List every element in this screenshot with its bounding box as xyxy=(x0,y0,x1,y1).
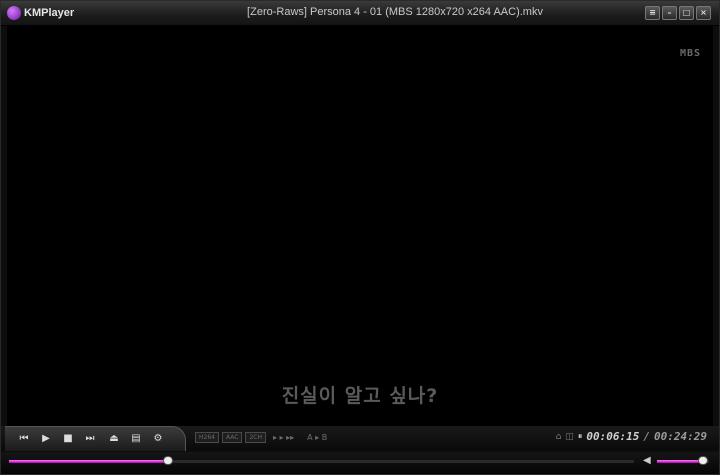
playback-speed-control[interactable]: ▸ ▸ ▸▸ xyxy=(273,433,294,442)
current-time[interactable]: 00:06:15 xyxy=(586,430,639,443)
minimize-button[interactable]: – xyxy=(662,6,677,20)
window-title: [Zero-Raws] Persona 4 - 01 (MBS 1280x720… xyxy=(247,6,543,18)
window-controls: ≡ – □ × xyxy=(645,6,711,20)
stop-button[interactable]: ■ xyxy=(61,432,75,446)
audio-codec-badge[interactable]: AAC xyxy=(221,432,243,443)
next-button[interactable]: ⏭ xyxy=(83,432,97,446)
status-area: ⌂ ◫ ⏸ 00:06:15 / 00:24:29 xyxy=(556,430,707,443)
volume-slider[interactable] xyxy=(657,456,709,465)
total-time[interactable]: 00:24:29 xyxy=(654,430,707,443)
close-button[interactable]: × xyxy=(696,6,711,20)
video-area[interactable]: MBS 진실이 알고 싶나? xyxy=(7,26,713,426)
title-bar[interactable]: KMPlayer [Zero-Raws] Persona 4 - 01 (MBS… xyxy=(1,1,719,26)
settings-button[interactable]: ⚙ xyxy=(151,432,165,446)
channel-logo: MBS xyxy=(679,48,701,59)
seek-handle[interactable] xyxy=(163,456,174,465)
kmplayer-window: KMPlayer [Zero-Raws] Persona 4 - 01 (MBS… xyxy=(0,0,720,475)
playback-controls: ⏮ ▶ ■ ⏭ ⏏ ▤ ⚙ xyxy=(5,426,186,451)
capture-icon[interactable]: ◫ xyxy=(565,432,574,442)
seek-progress-fill xyxy=(9,460,169,463)
playlist-button[interactable]: ▤ xyxy=(129,432,143,446)
media-info: H264 AAC 2CH ▸ ▸ ▸▸ A ▸ B xyxy=(195,432,327,443)
time-separator: / xyxy=(643,430,651,443)
volume-handle[interactable] xyxy=(698,456,709,465)
maximize-button[interactable]: □ xyxy=(679,6,694,20)
play-button[interactable]: ▶ xyxy=(39,432,53,446)
pause-indicator-icon: ⏸ xyxy=(577,431,583,442)
video-codec-badge[interactable]: H264 xyxy=(195,432,219,443)
control-bar: ⏮ ▶ ■ ⏭ ⏏ ▤ ⚙ H264 AAC 2CH ▸ ▸ ▸▸ A ▸ B … xyxy=(1,426,719,451)
subtitle-toggle-icon[interactable]: ⌂ xyxy=(556,432,562,442)
channels-badge[interactable]: 2CH xyxy=(245,432,266,443)
ab-repeat-control[interactable]: A ▸ B xyxy=(307,433,327,442)
menu-button[interactable]: ≡ xyxy=(645,6,660,20)
app-name: KMPlayer xyxy=(24,7,75,19)
eject-button[interactable]: ⏏ xyxy=(107,432,121,446)
kmplayer-logo-icon xyxy=(7,6,21,20)
seek-bar[interactable] xyxy=(9,456,634,465)
volume-icon[interactable]: ◀ xyxy=(643,455,651,466)
previous-button[interactable]: ⏮ xyxy=(17,432,31,446)
app-logo[interactable]: KMPlayer xyxy=(7,4,74,22)
seek-row: ◀ xyxy=(1,452,719,474)
subtitle-text: 진실이 알고 싶나? xyxy=(281,385,439,407)
